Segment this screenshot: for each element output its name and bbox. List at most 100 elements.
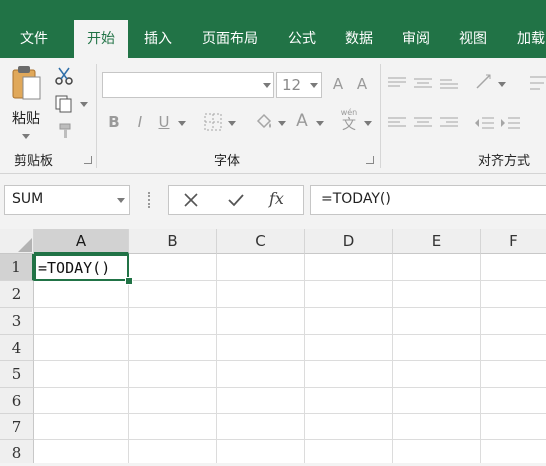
clipboard-launcher-icon[interactable] bbox=[84, 156, 92, 164]
underline-button[interactable]: U bbox=[156, 112, 172, 132]
row-gridline bbox=[34, 413, 546, 414]
align-middle-icon[interactable] bbox=[414, 76, 432, 90]
tab-formulas[interactable]: 公式 bbox=[277, 20, 327, 58]
tab-file[interactable]: 文件 bbox=[8, 20, 60, 58]
row-gridline bbox=[34, 307, 546, 308]
row-header-6[interactable]: 6 bbox=[0, 388, 34, 414]
formula-input[interactable]: =TODAY() bbox=[310, 185, 546, 215]
row-header-3[interactable]: 3 bbox=[0, 308, 34, 335]
alignment-group-label: 对齐方式 bbox=[478, 154, 531, 169]
column-gridline bbox=[392, 254, 393, 463]
spreadsheet-grid: A B C D E F 1 2 3 4 5 6 7 8 =TODAY() bbox=[0, 229, 546, 463]
row-gridline bbox=[34, 387, 546, 388]
column-header-c[interactable]: C bbox=[217, 229, 305, 254]
tab-page-layout[interactable]: 页面布局 bbox=[190, 20, 270, 58]
borders-dropdown-icon[interactable] bbox=[228, 121, 236, 126]
fill-color-icon[interactable] bbox=[254, 112, 274, 132]
phonetic-guide-button[interactable]: wén 文 bbox=[338, 108, 360, 136]
clipboard-group-label: 剪贴板 bbox=[14, 154, 54, 169]
wrap-text-icon[interactable] bbox=[530, 74, 546, 92]
copy-dropdown-icon[interactable] bbox=[80, 102, 88, 107]
group-divider bbox=[380, 64, 381, 168]
row-gridline bbox=[34, 334, 546, 335]
cell-a1[interactable]: =TODAY() bbox=[34, 254, 129, 281]
select-all-corner[interactable] bbox=[0, 229, 34, 254]
font-color-button[interactable]: A bbox=[294, 111, 310, 131]
fill-handle[interactable] bbox=[125, 277, 133, 285]
cancel-icon[interactable] bbox=[183, 192, 199, 208]
enter-check-icon[interactable] bbox=[227, 192, 245, 208]
row-header-4[interactable]: 4 bbox=[0, 335, 34, 361]
paste-icon bbox=[12, 66, 41, 100]
italic-button[interactable]: I bbox=[132, 112, 148, 132]
font-name-select[interactable] bbox=[102, 72, 274, 98]
copy-icon[interactable] bbox=[54, 94, 74, 114]
shrink-font-button[interactable]: A bbox=[354, 74, 370, 94]
cell-a1-value: =TODAY() bbox=[38, 259, 111, 277]
column-gridline bbox=[216, 254, 217, 463]
column-header-d[interactable]: D bbox=[305, 229, 393, 254]
font-group-label: 字体 bbox=[214, 154, 241, 169]
font-size-value: 12 bbox=[282, 76, 302, 94]
format-painter-icon[interactable] bbox=[56, 120, 76, 140]
bold-button[interactable]: B bbox=[106, 112, 122, 132]
formula-input-value: =TODAY() bbox=[321, 191, 391, 207]
name-box[interactable]: SUM bbox=[4, 185, 130, 215]
paste-label: 粘贴 bbox=[12, 111, 40, 127]
font-size-select[interactable]: 12 bbox=[276, 72, 322, 98]
align-right-icon[interactable] bbox=[440, 116, 458, 130]
formula-bar-grip-icon bbox=[148, 192, 152, 208]
formula-buttons-box: fx bbox=[168, 185, 304, 215]
column-gridline bbox=[304, 254, 305, 463]
group-divider bbox=[96, 64, 97, 168]
phonetic-pinyin-label: wén bbox=[340, 108, 358, 117]
row-gridline bbox=[34, 439, 546, 440]
borders-icon[interactable] bbox=[204, 113, 222, 131]
tab-home[interactable]: 开始 bbox=[74, 20, 128, 58]
align-bottom-icon[interactable] bbox=[440, 76, 458, 90]
tab-view[interactable]: 视图 bbox=[448, 20, 498, 58]
row-header-1[interactable]: 1 bbox=[0, 254, 34, 281]
underline-dropdown-icon[interactable] bbox=[178, 121, 186, 126]
decrease-indent-icon[interactable] bbox=[474, 115, 494, 131]
row-header-8[interactable]: 8 bbox=[0, 440, 34, 463]
column-header-e[interactable]: E bbox=[393, 229, 481, 254]
font-name-dropdown-icon bbox=[263, 83, 271, 88]
orientation-dropdown-icon[interactable] bbox=[498, 82, 506, 87]
align-center-icon[interactable] bbox=[414, 116, 432, 130]
formula-bar-area: SUM fx =TODAY() bbox=[0, 174, 546, 229]
select-all-triangle-icon bbox=[18, 238, 32, 252]
fill-color-dropdown-icon[interactable] bbox=[278, 121, 286, 126]
paste-dropdown-icon bbox=[22, 134, 30, 139]
column-gridline bbox=[480, 254, 481, 463]
tab-insert[interactable]: 插入 bbox=[133, 20, 183, 58]
insert-function-button[interactable]: fx bbox=[269, 189, 284, 208]
column-header-a[interactable]: A bbox=[34, 229, 129, 254]
name-box-value: SUM bbox=[12, 191, 44, 207]
cut-icon[interactable] bbox=[54, 66, 74, 86]
font-color-dropdown-icon[interactable] bbox=[316, 121, 324, 126]
font-size-dropdown-icon bbox=[310, 83, 318, 88]
title-bar bbox=[0, 0, 546, 20]
row-header-5[interactable]: 5 bbox=[0, 361, 34, 388]
paste-button[interactable]: 粘贴 bbox=[6, 62, 46, 139]
ribbon: 粘贴 剪贴板 12 A A B I U A wén 文 字体 对齐方式 bbox=[0, 58, 546, 174]
column-header-f[interactable]: F bbox=[481, 229, 546, 254]
ribbon-tabs: 文件 开始 插入 页面布局 公式 数据 审阅 视图 加载 bbox=[0, 20, 546, 58]
grow-font-button[interactable]: A bbox=[330, 74, 346, 94]
row-gridline bbox=[34, 360, 546, 361]
column-header-b[interactable]: B bbox=[129, 229, 217, 254]
align-top-icon[interactable] bbox=[388, 76, 406, 90]
tab-review[interactable]: 审阅 bbox=[391, 20, 441, 58]
row-header-7[interactable]: 7 bbox=[0, 414, 34, 440]
tab-addins[interactable]: 加载 bbox=[506, 20, 546, 58]
align-left-icon[interactable] bbox=[388, 116, 406, 130]
orientation-icon[interactable] bbox=[474, 72, 496, 92]
phonetic-dropdown-icon[interactable] bbox=[364, 121, 372, 126]
increase-indent-icon[interactable] bbox=[500, 115, 520, 131]
font-launcher-icon[interactable] bbox=[366, 156, 374, 164]
phonetic-char-label: 文 bbox=[342, 117, 356, 133]
name-box-dropdown-icon bbox=[117, 198, 125, 203]
row-header-2[interactable]: 2 bbox=[0, 281, 34, 308]
tab-data[interactable]: 数据 bbox=[334, 20, 384, 58]
